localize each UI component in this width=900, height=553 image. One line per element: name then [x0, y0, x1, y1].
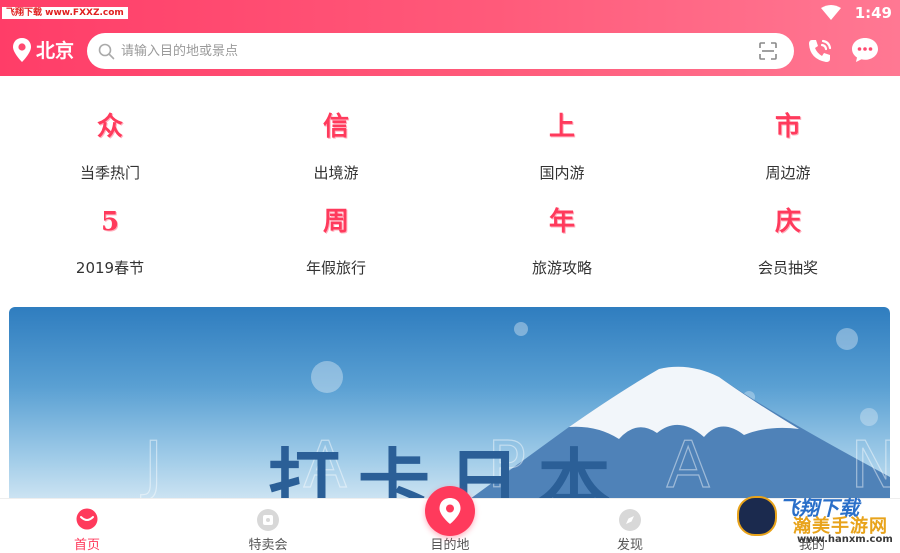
status-bar: 1:49 — [820, 3, 892, 23]
category-spring-festival[interactable]: 5 2019春节 — [50, 193, 170, 285]
location-pin-icon — [12, 37, 32, 63]
phone-icon[interactable] — [806, 37, 834, 69]
message-icon[interactable] — [850, 36, 880, 68]
destination-button[interactable] — [425, 486, 475, 536]
watermark-logo — [737, 496, 777, 536]
tab-label: 目的地 — [430, 538, 470, 553]
category-label: 出境游 — [313, 164, 359, 182]
location-pin-icon — [439, 498, 461, 524]
city-selector[interactable]: 北京 — [12, 36, 74, 63]
category-icon: 信 — [322, 112, 349, 142]
category-icon: 上 — [548, 112, 575, 142]
category-icon: 周 — [322, 207, 349, 237]
tab-label: 特卖会 — [248, 538, 288, 553]
wifi-icon — [820, 5, 841, 21]
compass-icon — [618, 508, 642, 536]
status-time: 1:49 — [854, 4, 892, 22]
category-seasonal-hot[interactable]: 众 当季热门 — [50, 98, 170, 190]
search-bar[interactable] — [87, 33, 794, 69]
category-member-lottery[interactable]: 庆 会员抽奖 — [728, 193, 848, 285]
tag-icon — [256, 508, 280, 536]
category-icon: 市 — [774, 112, 801, 142]
tab-label: 首页 — [73, 538, 100, 553]
watermark-url: www.hanxm.com — [797, 534, 893, 545]
category-icon: 庆 — [774, 207, 801, 237]
category-label: 旅游攻略 — [531, 259, 592, 277]
category-nearby[interactable]: 市 周边游 — [728, 98, 848, 190]
category-icon: 众 — [96, 112, 123, 142]
category-label: 2019春节 — [75, 259, 145, 277]
tab-home[interactable]: 首页 — [37, 499, 137, 553]
category-label: 会员抽奖 — [757, 259, 818, 277]
category-grid: 众 当季热门 信 出境游 上 国内游 市 周边游 5 2019春节 周 年假旅行… — [0, 90, 900, 290]
category-label: 年假旅行 — [305, 259, 366, 277]
city-name: 北京 — [36, 40, 75, 62]
category-domestic[interactable]: 上 国内游 — [502, 98, 622, 190]
category-label: 周边游 — [765, 164, 811, 182]
scan-icon[interactable] — [758, 41, 778, 65]
category-label: 当季热门 — [79, 164, 140, 182]
watermark-top: 飞翔下载 www.FXXZ.com — [2, 7, 128, 19]
category-annual-leave[interactable]: 周 年假旅行 — [276, 193, 396, 285]
tab-discover[interactable]: 发现 — [580, 499, 680, 553]
tab-label: 发现 — [616, 538, 643, 553]
category-outbound[interactable]: 信 出境游 — [276, 98, 396, 190]
category-icon: 年 — [548, 207, 575, 237]
watermark-bottom: 飞翔下载 瀚美手游网 www.hanxm.com — [733, 490, 900, 551]
top-header: 飞翔下载 www.FXXZ.com 1:49 北京 — [0, 0, 900, 76]
category-label: 国内游 — [539, 164, 585, 182]
tab-flash-sale[interactable]: 特卖会 — [218, 499, 318, 553]
search-input[interactable] — [121, 40, 721, 62]
category-travel-guide[interactable]: 年 旅游攻略 — [502, 193, 622, 285]
category-icon: 5 — [100, 207, 120, 237]
search-icon — [98, 43, 115, 64]
home-icon — [75, 508, 99, 534]
